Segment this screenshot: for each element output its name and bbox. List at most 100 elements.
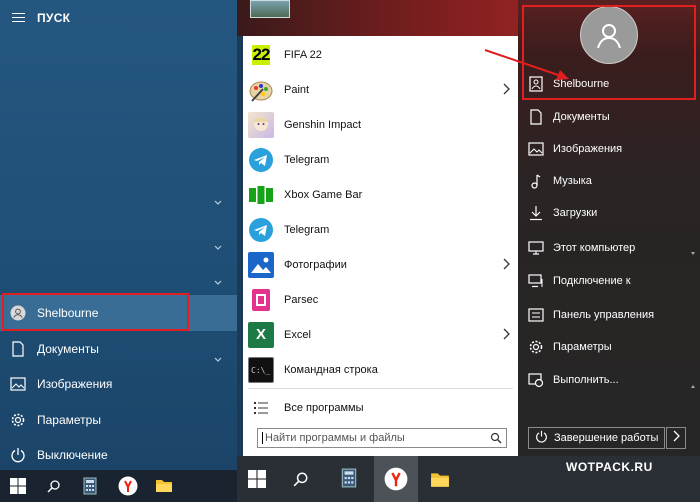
app-parsec[interactable]: Parsec [243, 282, 518, 317]
fifa22-icon: 22 [248, 41, 274, 68]
right-item-this-pc[interactable]: Этот компьютер [528, 238, 698, 258]
app-label: Telegram [284, 223, 330, 236]
calculator-icon[interactable] [83, 477, 97, 495]
download-icon [528, 205, 544, 221]
pointer-arrow [484, 49, 569, 80]
genshin-icon [248, 111, 274, 138]
programs-list: 22 FIFA 22 Paint Genshin Impact Telegram… [243, 36, 518, 456]
taskbar-left [0, 470, 237, 502]
chevron-down-icon[interactable] [213, 243, 223, 253]
right-item-label: Подключение к [553, 275, 631, 287]
control-panel-icon [528, 307, 544, 323]
yandex-browser-icon[interactable] [374, 456, 418, 502]
right-item-settings[interactable]: Параметры [528, 337, 698, 357]
right-item-images[interactable]: Изображения [528, 139, 698, 159]
highlight-box [2, 293, 189, 331]
app-telegram[interactable]: Telegram [243, 142, 518, 177]
list-icon [248, 395, 274, 421]
watermark: WOTPACK.RU [566, 460, 653, 474]
image-icon [528, 141, 544, 157]
file-explorer-icon[interactable] [430, 471, 450, 488]
telegram-icon [248, 217, 274, 243]
cmd-icon: C:\_ [248, 356, 274, 383]
shutdown-options-button[interactable] [666, 427, 686, 449]
app-label: FIFA 22 [284, 48, 322, 61]
shutdown-button[interactable]: Завершение работы [528, 427, 665, 449]
parsec-icon [248, 287, 274, 313]
app-photos[interactable]: Фотографии [243, 247, 518, 282]
right-item-label: Изображения [553, 143, 623, 155]
app-genshin-impact[interactable]: Genshin Impact [243, 107, 518, 142]
app-label: Paint [284, 83, 310, 96]
yandex-browser-icon[interactable] [118, 476, 138, 496]
left-item-label: Выключение [37, 448, 108, 462]
app-excel[interactable]: X Excel [243, 317, 518, 352]
right-item-documents[interactable]: Документы [528, 107, 698, 127]
svg-text:C:\_: C:\_ [251, 366, 270, 375]
chevron-right-icon[interactable] [502, 258, 510, 273]
app-telegram-2[interactable]: Telegram [243, 212, 518, 247]
right-item-downloads[interactable]: Загрузки [528, 203, 698, 223]
search-input[interactable]: Найти программы и файлы [257, 428, 507, 448]
right-item-label: Панель управления [553, 309, 655, 321]
app-label: Xbox Game Bar [284, 188, 363, 201]
right-item-label: Музыка [553, 175, 592, 187]
start-header-label: ПУСК [37, 10, 71, 25]
app-label: Командная строка [284, 363, 378, 376]
all-programs-label: Все программы [284, 401, 364, 414]
photos-icon [248, 251, 274, 278]
app-label: Genshin Impact [284, 118, 362, 131]
left-item-documents[interactable]: Документы [0, 331, 237, 367]
right-item-label: Этот компьютер [553, 242, 636, 254]
xbox-game-bar-icon [248, 182, 274, 208]
search-icon[interactable] [293, 471, 309, 487]
app-fifa-22[interactable]: 22 FIFA 22 [243, 37, 518, 72]
app-xbox-game-bar[interactable]: Xbox Game Bar [243, 177, 518, 212]
right-item-run[interactable]: Выполнить... [528, 370, 698, 390]
chevron-down-icon[interactable] [213, 278, 223, 288]
search-icon[interactable] [47, 479, 61, 493]
document-icon [528, 109, 544, 125]
gear-icon [10, 412, 26, 428]
chevron-down-icon[interactable] [213, 198, 223, 208]
document-icon [10, 341, 26, 357]
chevron-right-icon[interactable] [502, 328, 510, 343]
windows-start-button[interactable] [10, 478, 26, 494]
left-start-panel: ПУСК Shelbourne Документы Изображения Па… [0, 0, 237, 470]
shutdown-label: Завершение работы [554, 432, 659, 444]
app-label: Excel [284, 328, 311, 341]
paint-icon [248, 77, 274, 103]
computer-icon [528, 240, 544, 256]
right-item-control-panel[interactable]: Панель управления [528, 305, 698, 325]
file-explorer-icon[interactable] [155, 478, 173, 493]
left-item-power[interactable]: Выключение [0, 437, 237, 473]
scrollbar[interactable] [690, 250, 696, 390]
wallpaper-thumbnail [250, 0, 290, 18]
power-icon [535, 430, 548, 446]
hamburger-icon[interactable] [12, 10, 25, 25]
app-paint[interactable]: Paint [243, 72, 518, 107]
app-label: Фотографии [284, 258, 347, 271]
calculator-icon[interactable] [341, 468, 357, 488]
right-item-label: Документы [553, 111, 610, 123]
all-programs[interactable]: Все программы [243, 390, 518, 425]
search-icon[interactable] [490, 432, 502, 450]
windows-start-button[interactable] [248, 470, 266, 488]
divider [248, 388, 513, 389]
start-header[interactable]: ПУСК [12, 10, 70, 25]
right-item-connect[interactable]: Подключение к [528, 271, 698, 291]
image-icon [10, 376, 26, 392]
chevron-right-icon[interactable] [502, 83, 510, 98]
left-item-settings[interactable]: Параметры [0, 402, 237, 438]
left-item-images[interactable]: Изображения [0, 366, 237, 402]
search-placeholder: Найти программы и файлы [265, 432, 405, 444]
app-command-prompt[interactable]: C:\_ Командная строка [243, 352, 518, 387]
telegram-icon [248, 147, 274, 173]
connect-icon [528, 273, 544, 289]
gear-icon [528, 339, 544, 355]
right-item-music[interactable]: Музыка [528, 171, 698, 191]
text-cursor [262, 432, 263, 445]
chevron-right-icon [672, 429, 680, 447]
excel-icon: X [248, 321, 274, 348]
left-item-label: Параметры [37, 413, 101, 427]
